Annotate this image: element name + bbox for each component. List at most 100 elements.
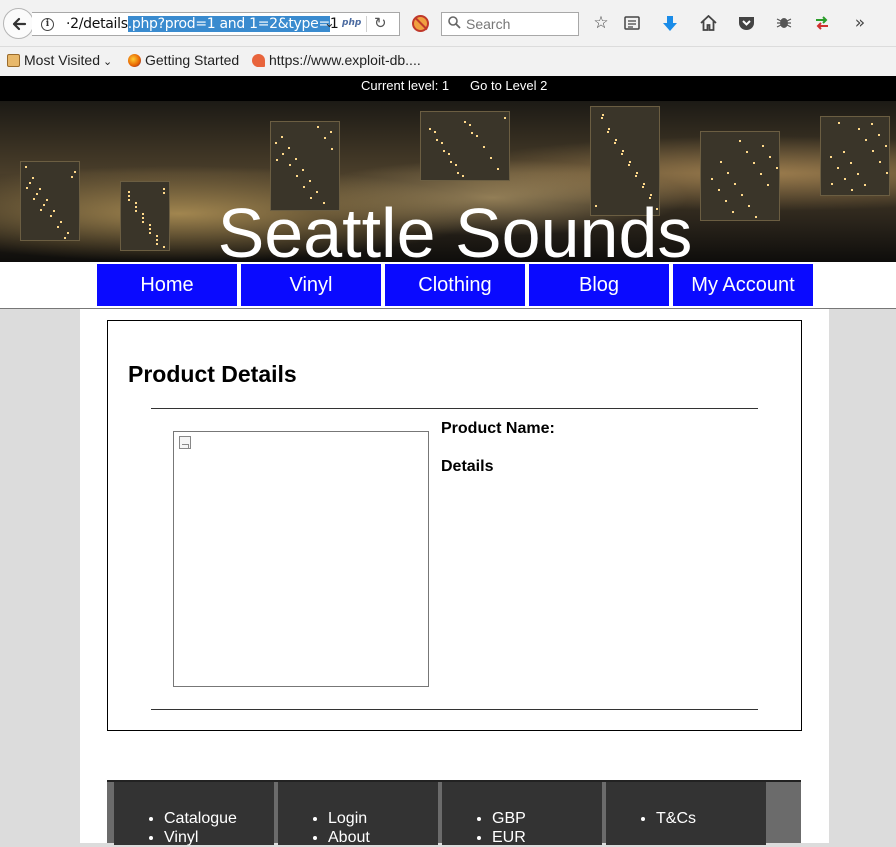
building-window [602, 114, 604, 116]
building-window [504, 117, 506, 119]
building-window [629, 161, 631, 163]
header-banner: Seattle Sounds [0, 101, 896, 262]
building-window [317, 126, 319, 128]
product-name-label: Product Name: [441, 420, 555, 437]
building-window [838, 122, 840, 124]
building-window [878, 134, 880, 136]
reload-icon[interactable]: ↻ [374, 14, 387, 32]
building-window [289, 164, 291, 166]
main-content: Product Details Product Name: Details [80, 309, 829, 843]
download-icon[interactable] [659, 12, 681, 34]
bookmark-exploit-db[interactable]: https://www.exploit-db.... [252, 52, 421, 68]
site-title: Seattle Sounds [217, 194, 693, 262]
building-window [276, 159, 278, 161]
building-window [464, 121, 466, 123]
bookmark-star-icon[interactable]: ☆ [590, 12, 612, 34]
footer-link-vinyl[interactable]: Vinyl [164, 828, 237, 847]
reading-list-icon[interactable] [621, 12, 643, 34]
building-window [621, 153, 623, 155]
building-window [29, 182, 31, 184]
url-bar[interactable]: i ·2/details.php?prod=1 and 1=2&type=1 ⌄… [32, 12, 400, 36]
building-window [282, 153, 284, 155]
building-window [636, 172, 638, 174]
building-window [843, 151, 845, 153]
home-icon[interactable] [697, 12, 719, 34]
site-info-icon[interactable]: i [41, 18, 54, 31]
nav-home[interactable]: Home [97, 264, 237, 306]
divider-top [151, 408, 758, 409]
building-window [635, 175, 637, 177]
building-window [601, 117, 603, 119]
building-window [727, 172, 729, 174]
building-window [886, 172, 888, 174]
building-window [471, 132, 473, 134]
nav-blog[interactable]: Blog [529, 264, 669, 306]
nav-clothing[interactable]: Clothing [385, 264, 525, 306]
building-window [309, 180, 311, 182]
go-to-level-link[interactable]: Go to Level 2 [470, 78, 547, 93]
footer-link-login[interactable]: Login [328, 809, 370, 828]
building-window [864, 184, 866, 186]
building-window [614, 142, 616, 144]
proxy-switch-icon[interactable] [811, 12, 833, 34]
building-window [490, 157, 492, 159]
php-badge-icon[interactable]: php [342, 18, 361, 28]
overflow-menu-icon[interactable]: » [849, 12, 871, 34]
noscript-icon[interactable] [412, 15, 429, 32]
building-window [850, 162, 852, 164]
building-window [858, 128, 860, 130]
pocket-icon[interactable] [735, 12, 757, 34]
building-window [443, 150, 445, 152]
building-window [837, 167, 839, 169]
footer-column: Login About [278, 782, 438, 847]
footer-link-eur[interactable]: EUR [492, 828, 526, 847]
building-window [622, 150, 624, 152]
building-window [776, 167, 778, 169]
building [420, 111, 510, 181]
building-window [455, 164, 457, 166]
bug-extension-icon[interactable] [773, 12, 795, 34]
footer-link-about[interactable]: About [328, 828, 370, 847]
back-arrow-icon [12, 17, 26, 30]
browser-toolbar: i ·2/details.php?prod=1 and 1=2&type=1 ⌄… [0, 0, 896, 46]
building-window [296, 175, 298, 177]
footer-link-catalogue[interactable]: Catalogue [164, 809, 237, 828]
product-details-box: Product Details Product Name: Details [107, 320, 802, 731]
bookmark-most-visited[interactable]: Most Visited ⌄ [7, 52, 112, 68]
back-button[interactable] [3, 8, 34, 39]
search-input[interactable]: Search [466, 16, 510, 32]
current-level-text: Current level: 1 [361, 78, 450, 93]
building-window [767, 184, 769, 186]
building-window [760, 173, 762, 175]
building-window [497, 168, 499, 170]
building-window [762, 145, 764, 147]
search-bar[interactable]: Search [441, 12, 579, 36]
building-window [32, 177, 34, 179]
building-window [281, 136, 283, 138]
building-window [643, 183, 645, 185]
building-window [331, 148, 333, 150]
building-window [295, 158, 297, 160]
footer-link-tcs[interactable]: T&Cs [656, 809, 696, 828]
broken-image-icon [179, 436, 191, 449]
building-window [26, 187, 28, 189]
building-window [448, 153, 450, 155]
building-window [830, 156, 832, 158]
product-details-label: Details [441, 458, 494, 475]
building-window [275, 142, 277, 144]
exploit-db-icon [252, 54, 265, 67]
url-history-dropdown-icon[interactable]: ⌄ [324, 15, 335, 31]
nav-my-account[interactable]: My Account [673, 264, 813, 306]
nav-vinyl[interactable]: Vinyl [241, 264, 381, 306]
building-window [872, 150, 874, 152]
chevron-down-icon: ⌄ [103, 56, 113, 68]
building-window [851, 189, 853, 191]
building-window [429, 128, 431, 130]
building-window [457, 172, 459, 174]
building-window [642, 186, 644, 188]
footer-link-gbp[interactable]: GBP [492, 809, 526, 828]
building-window [302, 169, 304, 171]
bookmark-getting-started[interactable]: Getting Started [128, 52, 239, 68]
url-text[interactable]: ·2/details.php?prod=1 and 1=2&type=1 [66, 16, 339, 32]
building-window [39, 188, 41, 190]
